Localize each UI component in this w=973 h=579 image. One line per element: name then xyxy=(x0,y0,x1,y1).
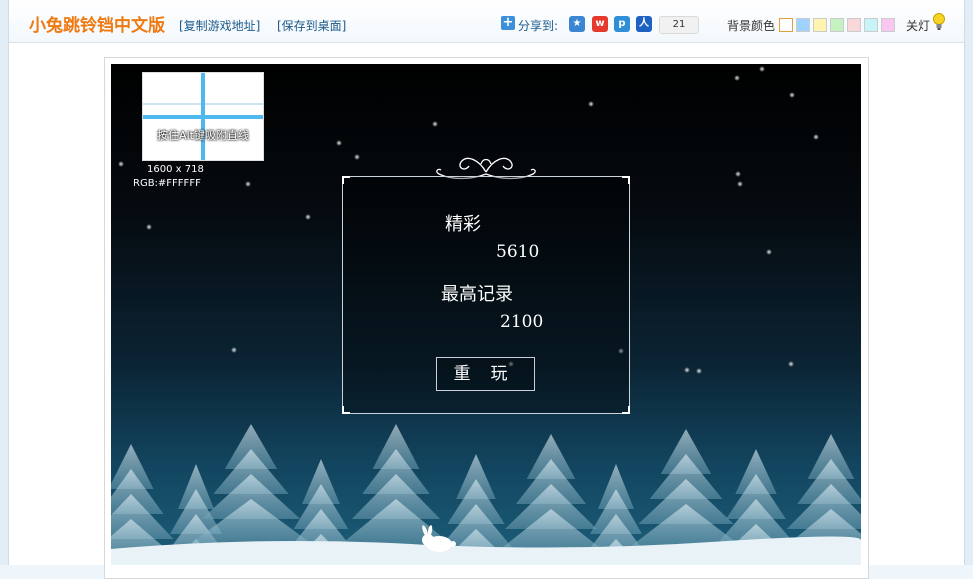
ruler-hint: 按住Alt键吸附直线 xyxy=(157,129,249,142)
tencent-weibo-icon[interactable]: p xyxy=(614,16,630,32)
ruler-guide-vertical xyxy=(201,73,205,160)
bg-color-swatch[interactable] xyxy=(864,18,878,32)
bg-color-swatch[interactable] xyxy=(881,18,895,32)
ruler-rgb: RGB:#FFFFFF xyxy=(133,178,201,189)
bg-color-swatch[interactable] xyxy=(779,18,793,32)
left-frame xyxy=(0,0,9,565)
score-value: 5610 xyxy=(496,242,540,262)
best-score-value: 2100 xyxy=(500,312,544,332)
weibo-icon[interactable]: w xyxy=(592,16,608,32)
game-canvas[interactable]: 按住Alt键吸附直线 1600 x 718 RGB:#FFFFFF 精彩 561… xyxy=(111,64,861,565)
share-count: 21 xyxy=(659,16,699,34)
ruler-size: 1600 x 718 xyxy=(147,164,204,175)
bg-color-swatch[interactable] xyxy=(796,18,810,32)
copy-link-button[interactable]: [复制游戏地址] xyxy=(179,17,260,34)
score-title: 精彩 xyxy=(445,214,481,235)
lightbulb-icon[interactable] xyxy=(932,13,946,31)
qzone-icon[interactable]: ★ xyxy=(569,16,585,32)
bg-color-swatch[interactable] xyxy=(847,18,861,32)
renren-icon[interactable]: 人 xyxy=(636,16,652,32)
best-score-title: 最高记录 xyxy=(441,284,513,305)
score-panel: 精彩 5610 最高记录 2100 重玩 xyxy=(342,176,630,414)
right-frame xyxy=(964,0,973,565)
share-plus-icon[interactable]: + xyxy=(501,16,515,30)
panel-corner xyxy=(622,176,630,184)
save-desktop-button[interactable]: [保存到桌面] xyxy=(277,17,346,34)
panel-corner xyxy=(622,406,630,414)
bg-color-swatch[interactable] xyxy=(830,18,844,32)
ruler-preview: 按住Alt键吸附直线 xyxy=(142,72,264,161)
panel-corner xyxy=(342,176,350,184)
site-title: 小兔跳铃铛中文版 xyxy=(29,16,165,36)
top-bar: 小兔跳铃铛中文版 [复制游戏地址] [保存到桌面] + 分享到: ★ w p 人… xyxy=(9,0,964,43)
share-label: 分享到: xyxy=(518,19,559,33)
panel-corner xyxy=(342,406,350,414)
bg-color-label: 背景颜色 xyxy=(727,19,776,33)
bg-color-swatch[interactable] xyxy=(813,18,827,32)
replay-button[interactable]: 重玩 xyxy=(436,357,535,391)
lights-off-label[interactable]: 关灯 xyxy=(906,17,930,34)
